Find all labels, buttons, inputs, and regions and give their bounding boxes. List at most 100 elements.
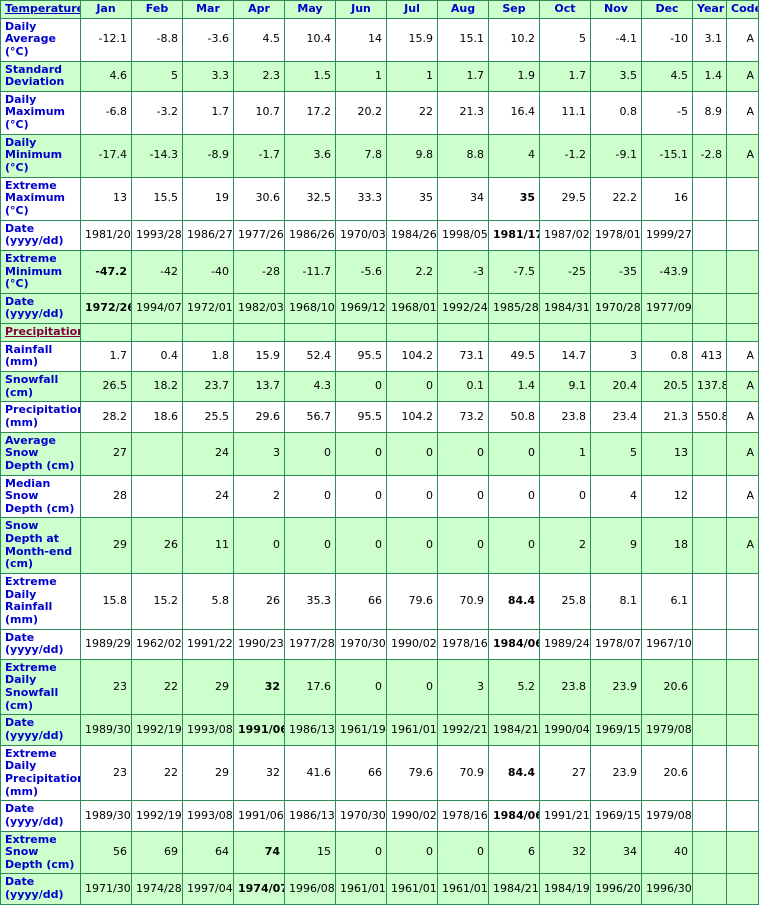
row-label: Snowfall (cm) xyxy=(0,371,81,403)
row-label: Date (yyyy/dd) xyxy=(0,219,81,251)
data-cell: 1996/08 xyxy=(284,873,336,905)
data-cell: -6.8 xyxy=(80,90,132,135)
data-cell: 23.9 xyxy=(590,658,642,716)
data-cell: 79.6 xyxy=(386,744,438,802)
section-row-spacer xyxy=(182,323,234,342)
column-header-apr: Apr xyxy=(233,0,285,19)
data-cell: 73.2 xyxy=(437,401,489,433)
data-cell: 7.8 xyxy=(335,133,387,178)
data-cell: 52.4 xyxy=(284,340,336,373)
data-cell: 1.4 xyxy=(488,371,540,403)
data-cell: 1 xyxy=(539,431,591,476)
data-cell: 1969/15 xyxy=(590,714,642,746)
data-cell: 41.6 xyxy=(284,744,336,802)
data-cell: 1986/26+ xyxy=(284,219,336,251)
table-body: Temperature: Jan Feb Mar Apr May Jun Jul Aug Sep O… xyxy=(0,0,759,905)
data-cell: 3.5 xyxy=(590,60,642,92)
row-label: Daily Average (°C) xyxy=(0,17,81,62)
data-cell: 22 xyxy=(131,658,183,716)
data-cell: 1972/26 xyxy=(80,292,132,325)
data-cell xyxy=(692,830,727,875)
row-label: Date (yyyy/dd) xyxy=(0,873,81,905)
data-cell: 18.6 xyxy=(131,401,183,433)
data-cell: 33.3 xyxy=(335,176,387,221)
data-cell: 13 xyxy=(641,431,693,476)
data-cell: 0.8 xyxy=(590,90,642,135)
data-cell: 1997/04+ xyxy=(182,873,234,905)
column-header-jun: Jun xyxy=(335,0,387,19)
code-cell xyxy=(726,658,759,716)
data-cell: 16 xyxy=(641,176,693,221)
data-cell: 5 xyxy=(539,17,591,62)
data-cell: 0 xyxy=(539,474,591,519)
data-cell: 1969/15 xyxy=(590,800,642,832)
data-cell: 14.7 xyxy=(539,340,591,373)
data-cell xyxy=(692,431,727,476)
table-row: Daily Average (°C) -12.1 -8.8 -3.6 4.5 10.4 14… xyxy=(0,17,759,62)
data-cell: 1991/22 xyxy=(182,628,234,660)
data-cell: 40 xyxy=(641,830,693,875)
table-row: Standard Deviation 4.6 5 3.3 2.3 1.5 1 1 1.7 1.9 1… xyxy=(0,60,759,92)
data-cell: 0 xyxy=(335,474,387,519)
data-cell: 1992/19 xyxy=(131,800,183,832)
data-cell: 79.6 xyxy=(386,572,438,630)
data-cell: 0 xyxy=(386,474,438,519)
table-row: Daily Maximum (°C) -6.8 -3.2 1.7 10.7 17.2 20.… xyxy=(0,90,759,135)
data-cell: -40 xyxy=(182,249,234,294)
column-header-aug: Aug xyxy=(437,0,489,19)
data-cell: 5 xyxy=(131,60,183,92)
data-cell: 23.9 xyxy=(590,744,642,802)
data-cell xyxy=(692,628,727,660)
table-row: Date (yyyy/dd) 1989/30 1992/19 1993/08 1991/… xyxy=(0,714,759,746)
data-cell: 73.1 xyxy=(437,340,489,373)
data-cell: 1989/30 xyxy=(80,800,132,832)
data-cell: 1.8 xyxy=(182,340,234,373)
row-label: Extreme Maximum (°C) xyxy=(0,176,81,221)
data-cell: 30.6 xyxy=(233,176,285,221)
table-row: Extreme Daily Snowfall (cm) 23 22 29 32 17.6 0… xyxy=(0,658,759,716)
data-cell: 1990/02 xyxy=(386,800,438,832)
data-cell: 1977/09 xyxy=(641,292,693,325)
data-cell: 137.8 xyxy=(692,371,727,403)
data-cell xyxy=(692,572,727,630)
data-cell xyxy=(692,292,727,325)
table-row: Extreme Daily Rainfall (mm) 15.8 15.2 5.8 26… xyxy=(0,572,759,630)
data-cell: 1974/07 xyxy=(233,873,285,905)
data-cell: 23.8 xyxy=(539,401,591,433)
data-cell: -7.5 xyxy=(488,249,540,294)
data-cell: 1989/24 xyxy=(539,628,591,660)
data-cell: 0 xyxy=(386,431,438,476)
data-cell: 15.8 xyxy=(80,572,132,630)
table-row: Date (yyyy/dd) 1981/20 1993/28 1986/27 1977/… xyxy=(0,219,759,251)
row-label: Daily Minimum (°C) xyxy=(0,133,81,178)
data-cell: 0 xyxy=(284,517,336,574)
data-cell: 8.8 xyxy=(437,133,489,178)
data-cell: 413 xyxy=(692,340,727,373)
data-cell: 35 xyxy=(488,176,540,221)
data-cell: 1986/13 xyxy=(284,714,336,746)
data-cell: 15 xyxy=(284,830,336,875)
data-cell: 0 xyxy=(335,431,387,476)
table-row: Daily Minimum (°C) -17.4 -14.3 -8.9 -1.7 3.6 7… xyxy=(0,133,759,178)
data-cell: 14 xyxy=(335,17,387,62)
code-cell: A xyxy=(726,431,759,476)
table-row: Median Snow Depth (cm) 28 24 2 0 0 0 0 0 0 4 12 A xyxy=(0,474,759,519)
data-cell: -25 xyxy=(539,249,591,294)
data-cell: 0 xyxy=(386,517,438,574)
data-cell: 4 xyxy=(590,474,642,519)
row-label: Date (yyyy/dd) xyxy=(0,800,81,832)
column-header-may: May xyxy=(284,0,336,19)
data-cell xyxy=(692,658,727,716)
data-cell: 3 xyxy=(590,340,642,373)
table-row: Extreme Snow Depth (cm) 56 69 64 74 15 0 0 0 6 32 3… xyxy=(0,830,759,875)
data-cell: 32.5 xyxy=(284,176,336,221)
data-cell: 1996/30+ xyxy=(641,873,693,905)
data-cell: 1.7 xyxy=(539,60,591,92)
data-cell: 1999/27 xyxy=(641,219,693,251)
data-cell: 9.8 xyxy=(386,133,438,178)
column-header-year: Year xyxy=(692,0,727,19)
column-header-sep: Sep xyxy=(488,0,540,19)
section-row-spacer xyxy=(590,323,642,342)
data-cell: 15.2 xyxy=(131,572,183,630)
section-row-spacer xyxy=(131,323,183,342)
